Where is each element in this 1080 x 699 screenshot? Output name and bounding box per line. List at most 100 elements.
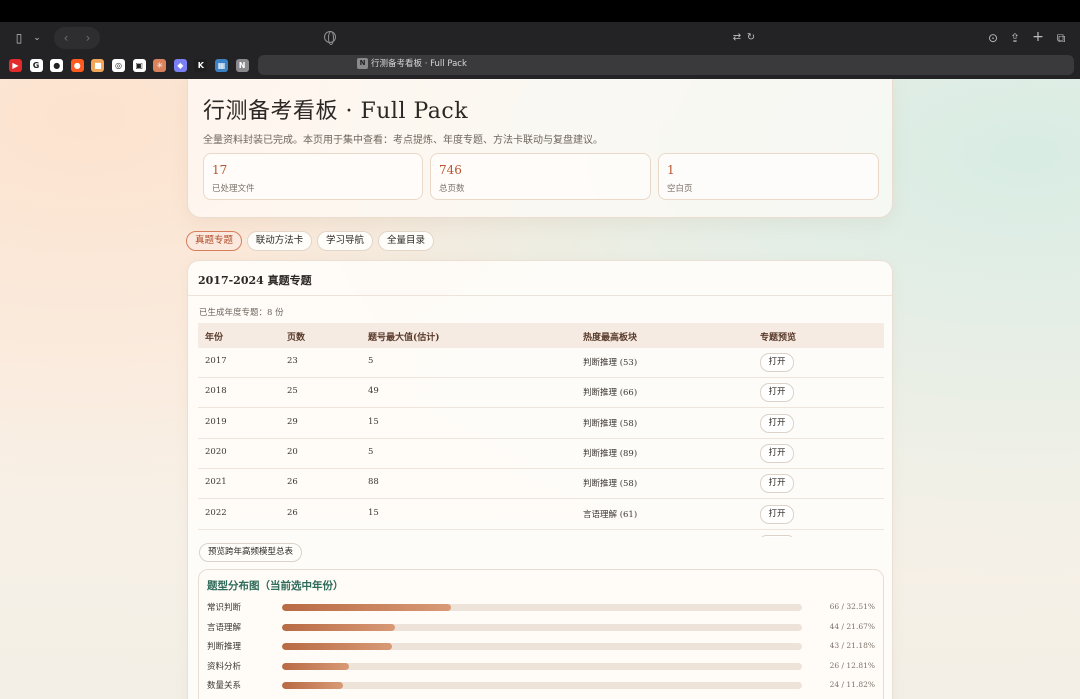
bar-fill <box>282 662 349 670</box>
cell-year: 2019 <box>205 416 227 427</box>
stat-value: 746 <box>439 163 462 177</box>
bar-fill <box>282 643 393 651</box>
open-preview-button[interactable]: 打开 <box>760 443 794 463</box>
notion-icon[interactable]: ▣ <box>132 59 146 72</box>
distribution-value: 26 / 12.81% <box>829 660 875 670</box>
preview-cross-year-button[interactable]: 预览跨年高频模型总表 <box>199 543 303 562</box>
open-preview-button[interactable]: 打开 <box>760 353 794 372</box>
tab-full-index[interactable]: 全量目录 <box>378 231 434 251</box>
cell-year: 2020 <box>205 446 227 457</box>
back-icon[interactable]: ‹ <box>59 30 73 46</box>
cell-pages: 26 <box>287 507 298 518</box>
distribution-row: 资料分析 26 / 12.81% <box>199 658 885 678</box>
kimi-icon[interactable]: K <box>194 59 208 72</box>
type-distribution-panel: 题型分布图（当前选中年份） 常识判断 66 / 32.51% 言语理解 44 / 21… <box>198 569 884 699</box>
stat-total-pages: 746 总页数 <box>430 153 651 200</box>
google-icon[interactable]: G <box>29 59 43 72</box>
distribution-title: 题型分布图（当前选中年份） <box>207 580 344 592</box>
tab-title: 行测备考看板 · Full Pack <box>371 59 467 69</box>
table-row: 2018 25 49 判断推理 (66) 打开 <box>198 378 884 409</box>
column-header-preview: 专题预览 <box>760 333 797 343</box>
cell-pages: 23 <box>287 356 298 366</box>
open-preview-button[interactable]: 打开 <box>760 413 794 433</box>
distribution-label: 常识判断 <box>207 603 242 613</box>
openai-icon[interactable]: ◎ <box>112 59 125 72</box>
bar-fill <box>282 604 452 611</box>
column-header-max-question: 题号最大值(估计) <box>368 333 440 343</box>
bar-track <box>282 643 802 651</box>
distribution-value: 43 / 21.18% <box>829 641 875 651</box>
page: 行测备考看板 · Full Pack 全量资料封装已完成。本页用于集中查看：考点… <box>0 79 1080 699</box>
browser-toolbar: ▯ ⌄ ‹ › ⇄ ↻ ⊙ ⇪ + ⧉ <box>0 22 1080 54</box>
topic-card: 2017-2024 真题专题 已生成年度专题：8 份 年份 页数 题号最大值(估… <box>187 260 893 699</box>
chevron-down-icon[interactable]: ⌄ <box>31 30 43 46</box>
cell-pages: 26 <box>287 477 298 488</box>
stat-label: 总页数 <box>439 184 465 194</box>
cell-hot-section: 判断推理 (58) <box>583 418 638 429</box>
cell-year: 2021 <box>205 477 227 488</box>
cell-max-question: 15 <box>368 416 379 427</box>
translate-icon[interactable]: ⇄ <box>730 30 744 46</box>
table-row: 2019 29 15 判断推理 (58) 打开 <box>198 409 884 439</box>
tab-method-cards[interactable]: 联动方法卡 <box>247 231 312 251</box>
page-description: 全量资料封装已完成。本页用于集中查看：考点提炼、年度专题、方法卡联动与复盘建议。 <box>203 135 603 146</box>
claude-icon[interactable]: ✳ <box>153 59 167 72</box>
stat-value: 17 <box>212 163 228 177</box>
share-icon[interactable]: ⇪ <box>1008 30 1022 46</box>
bar-track <box>282 662 802 670</box>
tab-real-exams[interactable]: 真题专题 <box>186 231 242 251</box>
browser-chrome: ▯ ⌄ ‹ › ⇄ ↻ ⊙ ⇪ + ⧉ ▶ G ● ● ■ ◎ ▣ ✳ ◆ K ▦ N N 行测备考看… <box>0 22 1080 79</box>
open-preview-button[interactable]: 打开 <box>760 504 794 524</box>
stat-processed-files: 17 已处理文件 <box>203 153 423 200</box>
distribution-label: 资料分析 <box>207 661 242 672</box>
table-row: 2021 26 88 判断推理 (58) 打开 <box>198 469 884 500</box>
stat-label: 已处理文件 <box>212 184 255 194</box>
bookmark-orange-icon[interactable]: ■ <box>91 59 105 72</box>
year-table[interactable]: 年份 页数 题号最大值(估计) 热度最高板块 专题预览 2017 23 5 判断推理 … <box>198 323 884 537</box>
tab-overview-icon[interactable]: ⧉ <box>1054 30 1068 46</box>
distribution-value: 24 / 11.82% <box>829 680 875 690</box>
tab-study-nav[interactable]: 学习导航 <box>317 231 373 251</box>
cell-max-question: 5 <box>368 446 374 457</box>
calendar-icon[interactable]: ▦ <box>215 59 228 72</box>
sidebar-toggle-icon[interactable]: ▯ <box>11 30 27 46</box>
cell-pages: 29 <box>287 416 298 427</box>
bar-track <box>282 604 802 611</box>
column-header-hot-section: 热度最高板块 <box>583 333 638 343</box>
cell-hot-section: 判断推理 (66) <box>583 388 638 399</box>
globe-icon <box>324 31 336 45</box>
distribution-label: 言语理解 <box>207 622 242 633</box>
new-tab-icon[interactable]: + <box>1031 29 1045 45</box>
open-preview-button[interactable]: 打开 <box>760 474 794 494</box>
distribution-row: 言语理解 44 / 21.67% <box>199 619 885 639</box>
cell-max-question: 88 <box>368 477 379 488</box>
generated-count-note: 已生成年度专题：8 份 <box>199 308 284 318</box>
table-header: 年份 页数 题号最大值(估计) 热度最高板块 专题预览 <box>198 323 884 348</box>
n-app-icon[interactable]: N <box>235 59 249 72</box>
reddit-icon[interactable]: ● <box>70 59 84 72</box>
distribution-value: 44 / 21.67% <box>829 621 875 631</box>
cell-year: 2018 <box>205 386 227 397</box>
distribution-label: 数量关系 <box>207 681 242 692</box>
download-icon[interactable]: ⊙ <box>986 30 1000 46</box>
open-button-partial[interactable] <box>760 535 794 537</box>
cell-max-question: 5 <box>368 356 374 366</box>
forward-icon[interactable]: › <box>81 30 95 46</box>
cell-year: 2022 <box>205 507 227 518</box>
linear-icon[interactable]: ◆ <box>173 59 187 72</box>
cell-max-question: 49 <box>368 386 379 397</box>
github-icon[interactable]: ● <box>50 59 64 72</box>
youtube-icon[interactable]: ▶ <box>9 59 22 72</box>
open-preview-button[interactable]: 打开 <box>760 383 794 403</box>
distribution-label: 判断推理 <box>207 642 242 653</box>
column-header-pages: 页数 <box>287 333 306 343</box>
distribution-value: 66 / 32.51% <box>829 602 875 611</box>
cell-hot-section: 判断推理 (58) <box>583 479 638 490</box>
bar-fill <box>282 623 395 631</box>
cell-year: 2017 <box>205 356 227 366</box>
bar-track <box>282 682 802 690</box>
reload-icon[interactable]: ↻ <box>745 30 757 46</box>
stat-value: 1 <box>667 163 675 177</box>
table-row: 2022 26 15 言语理解 (61) 打开 <box>198 500 884 530</box>
distribution-row: 数量关系 24 / 11.82% <box>199 677 885 697</box>
